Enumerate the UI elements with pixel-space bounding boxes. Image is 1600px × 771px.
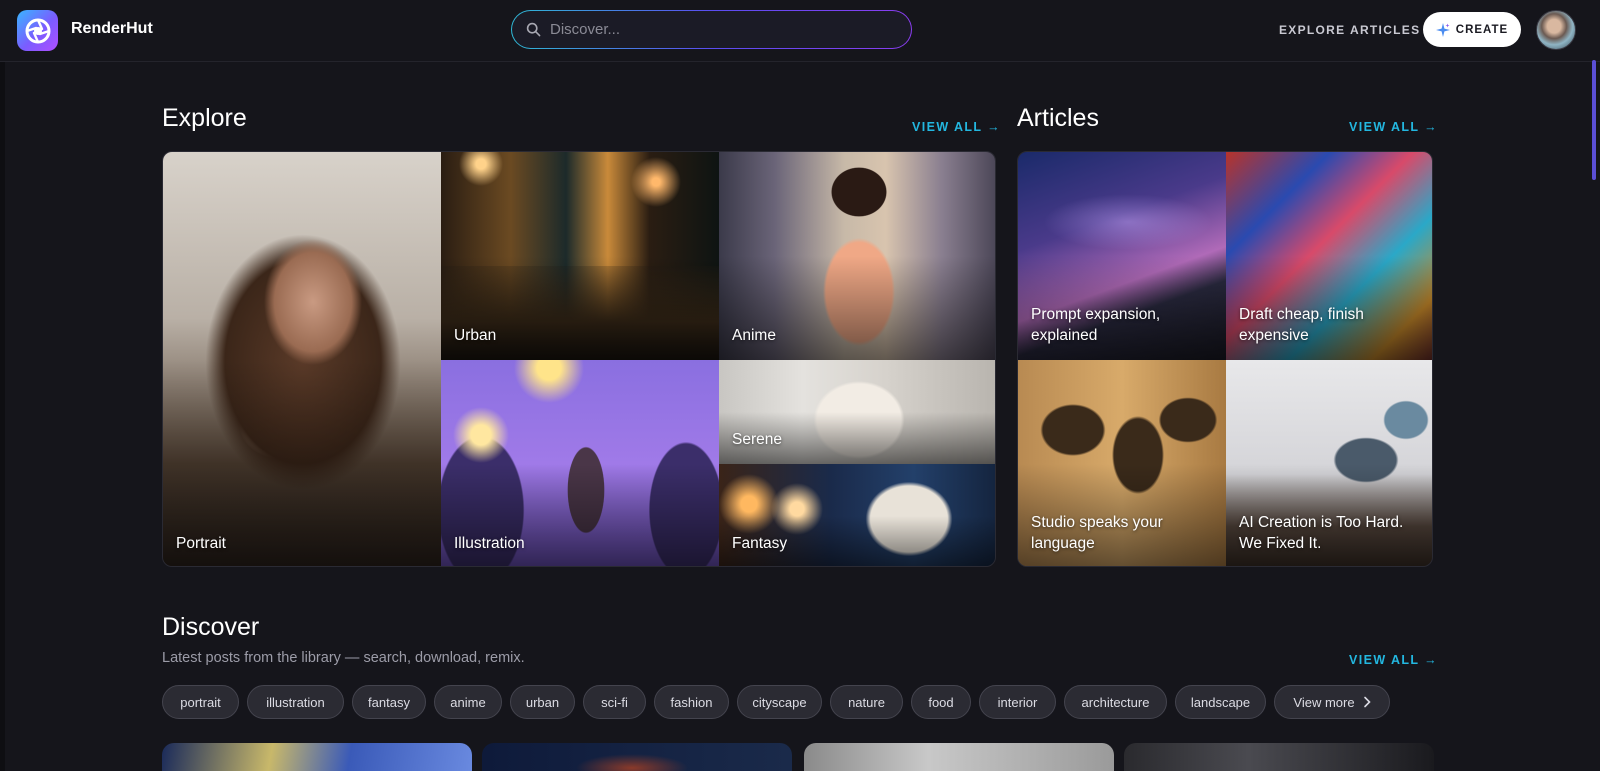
explore-grid: Portrait Urban Anime Illustration Serene… (162, 151, 996, 567)
articles-grid: Prompt expansion, explained Draft cheap,… (1017, 151, 1433, 567)
tag-chip-landscape[interactable]: landscape (1175, 685, 1266, 719)
discover-title: Discover (162, 613, 260, 641)
aperture-icon[interactable] (17, 10, 58, 51)
tag-chip-anime[interactable]: anime (434, 685, 502, 719)
tile-label: Serene (732, 431, 782, 448)
article-title: Studio speaks your language (1031, 514, 1163, 552)
articles-view-all-link[interactable]: VIEW ALL → (1349, 120, 1438, 134)
article-card[interactable]: Prompt expansion, explained (1018, 152, 1226, 360)
tag-chip-interior[interactable]: interior (979, 685, 1056, 719)
tile-portrait[interactable]: Portrait (163, 152, 441, 566)
view-more-button[interactable]: View more (1274, 685, 1390, 719)
explore-title: Explore (162, 104, 247, 132)
article-title: AI Creation is Too Hard. We Fixed It. (1239, 514, 1404, 552)
tile-label: Fantasy (732, 535, 788, 552)
tile-label: Anime (732, 327, 776, 344)
tag-chip-fantasy[interactable]: fantasy (352, 685, 426, 719)
left-edge (0, 62, 5, 771)
tile-illustration[interactable]: Illustration (441, 360, 719, 566)
create-button[interactable]: CREATE (1423, 12, 1521, 47)
tile-label: Portrait (176, 535, 226, 552)
nav-explore[interactable]: EXPLORE (1279, 23, 1345, 37)
tile-label: Illustration (454, 535, 525, 552)
tag-chip-illustration[interactable]: illustration (247, 685, 344, 719)
tile-serene[interactable]: Serene (719, 360, 995, 464)
discover-card[interactable] (482, 743, 792, 771)
explore-view-all-link[interactable]: VIEW ALL → (912, 120, 1001, 134)
view-more-label: View more (1293, 694, 1355, 710)
tile-fantasy[interactable]: Fantasy (719, 464, 995, 566)
sparkle-icon (1435, 22, 1450, 37)
discover-subtitle: Latest posts from the library — search, … (162, 650, 525, 666)
tag-chip-urban[interactable]: urban (510, 685, 575, 719)
discover-card[interactable] (804, 743, 1114, 771)
tag-chip-sci-fi[interactable]: sci-fi (583, 685, 646, 719)
chevron-right-icon (1363, 696, 1371, 708)
avatar[interactable] (1536, 10, 1576, 50)
tag-chip-architecture[interactable]: architecture (1064, 685, 1167, 719)
scrollbar-thumb[interactable] (1592, 60, 1596, 180)
tag-chip-cityscape[interactable]: cityscape (737, 685, 822, 719)
discover-card[interactable] (1124, 743, 1434, 771)
search-icon (526, 22, 541, 37)
search-bar[interactable] (511, 10, 912, 49)
articles-title: Articles (1017, 104, 1099, 132)
discover-card[interactable] (162, 743, 472, 771)
create-label: CREATE (1455, 23, 1509, 36)
article-card[interactable]: AI Creation is Too Hard. We Fixed It. (1226, 360, 1432, 566)
tag-chip-food[interactable]: food (911, 685, 971, 719)
discover-view-all-link[interactable]: VIEW ALL → (1349, 653, 1438, 667)
tile-label: Urban (454, 327, 497, 344)
tag-chip-portrait[interactable]: portrait (162, 685, 239, 719)
tag-chip-fashion[interactable]: fashion (654, 685, 729, 719)
brand-name[interactable]: RenderHut (71, 20, 153, 38)
tag-chip-nature[interactable]: nature (830, 685, 903, 719)
tile-anime[interactable]: Anime (719, 152, 995, 360)
article-title: Prompt expansion, explained (1031, 306, 1161, 344)
article-card[interactable]: Draft cheap, finish expensive (1226, 152, 1432, 360)
search-input[interactable] (550, 17, 890, 41)
top-header: RenderHut EXPLORE ARTICLES CREATE (0, 0, 1600, 62)
nav-articles[interactable]: ARTICLES (1350, 23, 1420, 37)
article-card[interactable]: Studio speaks your language (1018, 360, 1226, 566)
article-title: Draft cheap, finish expensive (1239, 306, 1364, 344)
tile-urban[interactable]: Urban (441, 152, 719, 360)
